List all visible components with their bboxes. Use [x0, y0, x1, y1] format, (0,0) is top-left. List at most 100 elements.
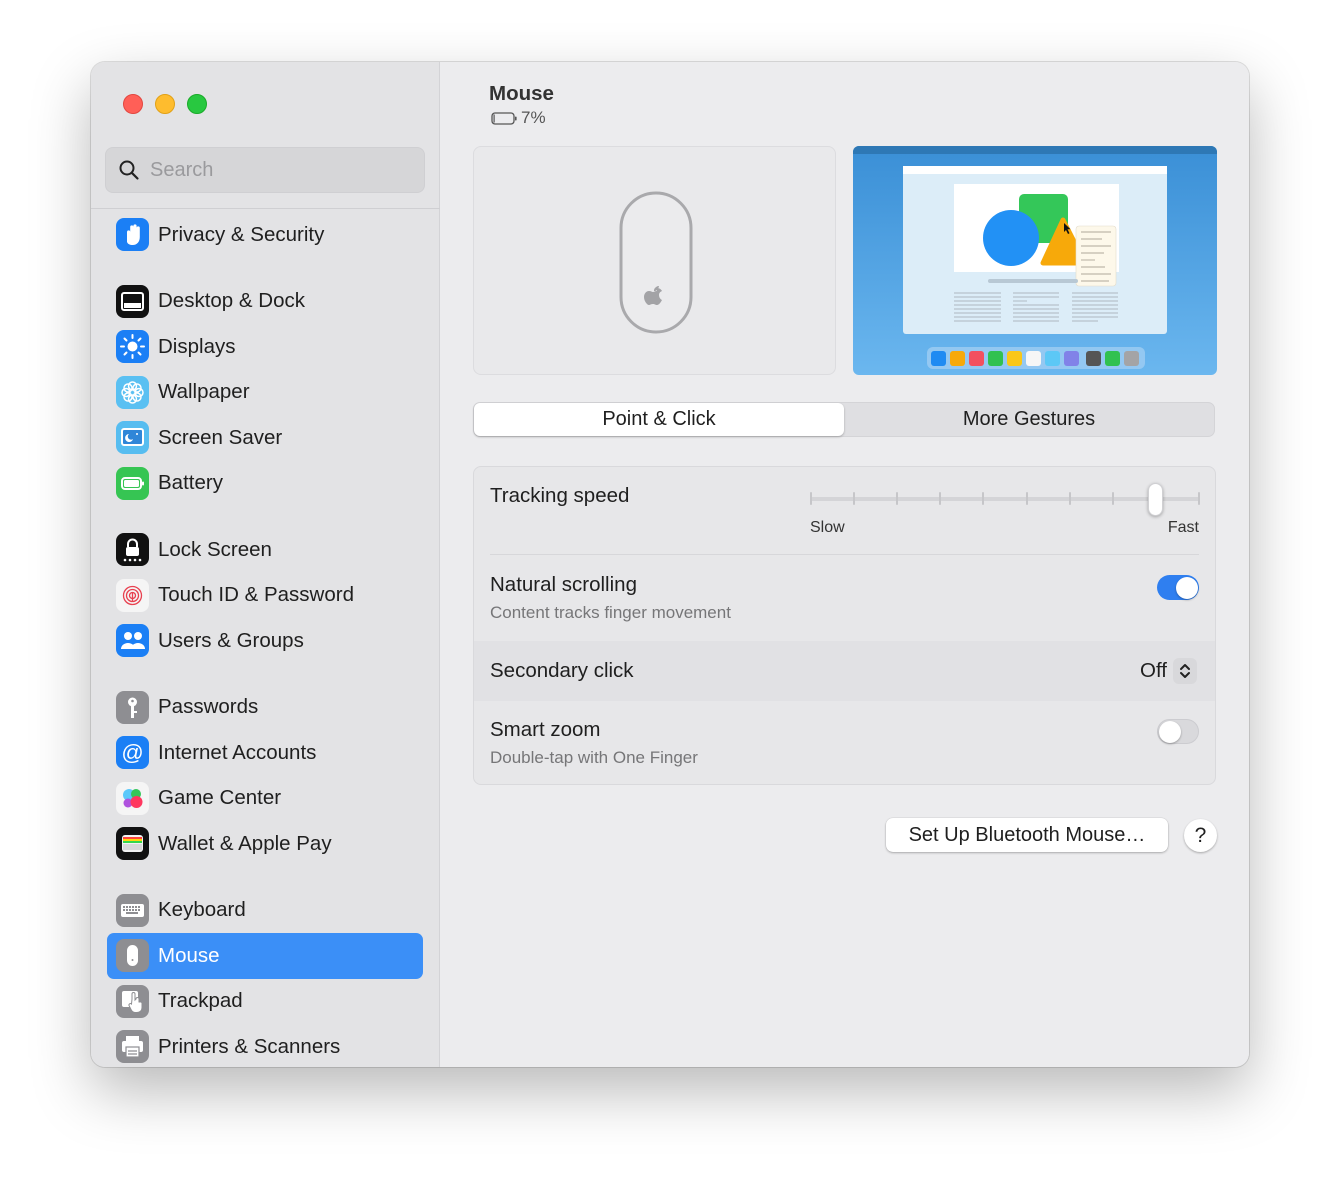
sidebar-item-users-and-groups[interactable]: Users & Groups	[107, 618, 423, 664]
sidebar-item-lock-screen[interactable]: Lock Screen	[107, 527, 423, 573]
secondary-click-row: Secondary click Off	[474, 641, 1215, 701]
tab-more-gestures[interactable]: More Gestures	[844, 403, 1214, 436]
sidebar-item-label: Battery	[158, 471, 223, 495]
sidebar-item-label: Wallpaper	[158, 380, 250, 404]
settings-group: Tracking speed Slow Fast Natural scrolli…	[473, 466, 1216, 785]
sidebar-item-mouse[interactable]: Mouse	[107, 933, 423, 979]
sidebar-group-spacer	[107, 664, 423, 685]
up-down-chevron-icon	[1173, 658, 1197, 684]
system-settings-window: Privacy & Security Desktop & Dock Displays…	[91, 62, 1249, 1067]
smart-zoom-row: Smart zoom Double-tap with One Finger	[474, 701, 1215, 784]
sidebar-item-label: Wallet & Apple Pay	[158, 831, 332, 855]
sidebar-item-label: Keyboard	[158, 898, 246, 922]
toggle-knob	[1175, 576, 1198, 599]
battery-status: 7%	[491, 108, 546, 128]
search-input[interactable]	[150, 158, 410, 182]
window-controls	[123, 94, 207, 114]
hand-icon	[116, 218, 149, 252]
svg-text:@: @	[121, 740, 143, 765]
sidebar-item-label: Desktop & Dock	[158, 289, 305, 313]
sidebar-item-label: Lock Screen	[158, 537, 272, 561]
sidebar-item-label: Displays	[158, 334, 236, 358]
sidebar-item-internet-accounts[interactable]: @ Internet Accounts	[107, 730, 423, 776]
natural-scrolling-row: Natural scrolling Content tracks finger …	[474, 556, 1215, 641]
sidebar-item-displays[interactable]: Displays	[107, 324, 423, 370]
natural-scrolling-toggle[interactable]	[1157, 575, 1199, 600]
sidebar-item-wallet-and-apple-pay[interactable]: Wallet & Apple Pay	[107, 821, 423, 867]
search-icon	[119, 160, 139, 180]
sidebar-item-touch-id-and-password[interactable]: Touch ID & Password	[107, 573, 423, 619]
slider-tick	[810, 492, 812, 505]
fingerprint-icon	[116, 578, 149, 612]
slider-tick	[896, 492, 899, 505]
zoom-button[interactable]	[187, 94, 207, 114]
page-title: Mouse	[489, 82, 554, 105]
natural-scrolling-label: Natural scrolling	[490, 573, 637, 596]
printer-icon	[116, 1030, 149, 1064]
battery-icon	[491, 111, 517, 125]
set-up-bluetooth-mouse-button[interactable]: Set Up Bluetooth Mouse…	[886, 818, 1168, 852]
sidebar-divider	[91, 208, 440, 209]
slider-thumb[interactable]	[1147, 483, 1163, 516]
sidebar-item-passwords[interactable]: Passwords	[107, 685, 423, 731]
mouse-icon	[116, 939, 149, 973]
sidebar-group-spacer	[107, 867, 423, 888]
sidebar-item-privacy-and-security[interactable]: Privacy & Security	[107, 212, 423, 258]
smart-zoom-toggle[interactable]	[1157, 719, 1199, 744]
tracking-speed-slider[interactable]	[810, 483, 1200, 516]
sidebar-item-label: Trackpad	[158, 989, 243, 1013]
secondary-click-value: Off	[1140, 659, 1167, 682]
smart-zoom-description: Double-tap with One Finger	[490, 748, 698, 767]
sidebar-item-wallpaper[interactable]: Wallpaper	[107, 370, 423, 416]
secondary-click-popup[interactable]: Off	[1140, 658, 1197, 684]
key-icon	[116, 690, 149, 724]
sidebar: Privacy & Security Desktop & Dock Displays…	[91, 62, 440, 1067]
tab-point-and-click[interactable]: Point & Click	[474, 403, 844, 436]
sidebar-item-printers-and-scanners[interactable]: Printers & Scanners	[107, 1024, 423, 1067]
sidebar-item-label: Printers & Scanners	[158, 1034, 341, 1058]
sidebar-item-label: Game Center	[158, 786, 282, 810]
sidebar-item-label: Mouse	[158, 943, 220, 967]
slider-min-label: Slow	[810, 519, 845, 536]
gesture-preview-image	[853, 146, 1217, 375]
keyboard-icon	[116, 893, 149, 927]
lock-icon	[116, 533, 149, 567]
toggle-knob	[1159, 721, 1181, 743]
tracking-speed-label: Tracking speed	[490, 484, 630, 507]
sidebar-item-screen-saver[interactable]: Screen Saver	[107, 415, 423, 461]
flower-icon	[116, 375, 149, 409]
slider-tick	[1025, 492, 1028, 505]
users-icon	[116, 624, 149, 658]
sidebar-item-trackpad[interactable]: Trackpad	[107, 979, 423, 1025]
battery-icon	[116, 466, 149, 500]
help-button[interactable]: ?	[1184, 819, 1217, 852]
natural-scrolling-description: Content tracks finger movement	[490, 603, 731, 622]
minimize-button[interactable]	[155, 94, 175, 114]
sidebar-item-label: Privacy & Security	[158, 222, 325, 246]
sidebar-item-game-center[interactable]: Game Center	[107, 776, 423, 822]
sidebar-item-desktop-and-dock[interactable]: Desktop & Dock	[107, 279, 423, 325]
secondary-click-label: Secondary click	[490, 659, 634, 682]
tracking-speed-row: Tracking speed Slow Fast	[474, 467, 1215, 555]
sidebar-group-spacer	[107, 506, 423, 527]
slider-tick	[1111, 492, 1114, 505]
sidebar-item-battery[interactable]: Battery	[107, 461, 423, 507]
wallet-icon	[116, 827, 149, 861]
tab-bar: Point & Click More Gestures	[473, 402, 1215, 437]
main-pane: Mouse 7% Point & Click More Gestures Tra…	[441, 62, 1249, 1067]
slider-tick	[853, 492, 856, 505]
trackpad-icon	[116, 984, 149, 1018]
search-field[interactable]	[105, 147, 425, 193]
sidebar-group-spacer	[107, 258, 423, 279]
sidebar-item-label: Touch ID & Password	[158, 583, 354, 607]
sidebar-item-label: Passwords	[158, 695, 259, 719]
close-button[interactable]	[123, 94, 143, 114]
sun-icon	[116, 330, 149, 364]
row-divider	[490, 554, 1199, 555]
slider-tick	[1198, 492, 1200, 505]
slider-tick	[1068, 492, 1071, 505]
sidebar-item-keyboard[interactable]: Keyboard	[107, 888, 423, 934]
sidebar-item-label: Internet Accounts	[158, 740, 317, 764]
desktop-preview-illustration	[853, 146, 1217, 369]
dock-icon	[116, 284, 149, 318]
